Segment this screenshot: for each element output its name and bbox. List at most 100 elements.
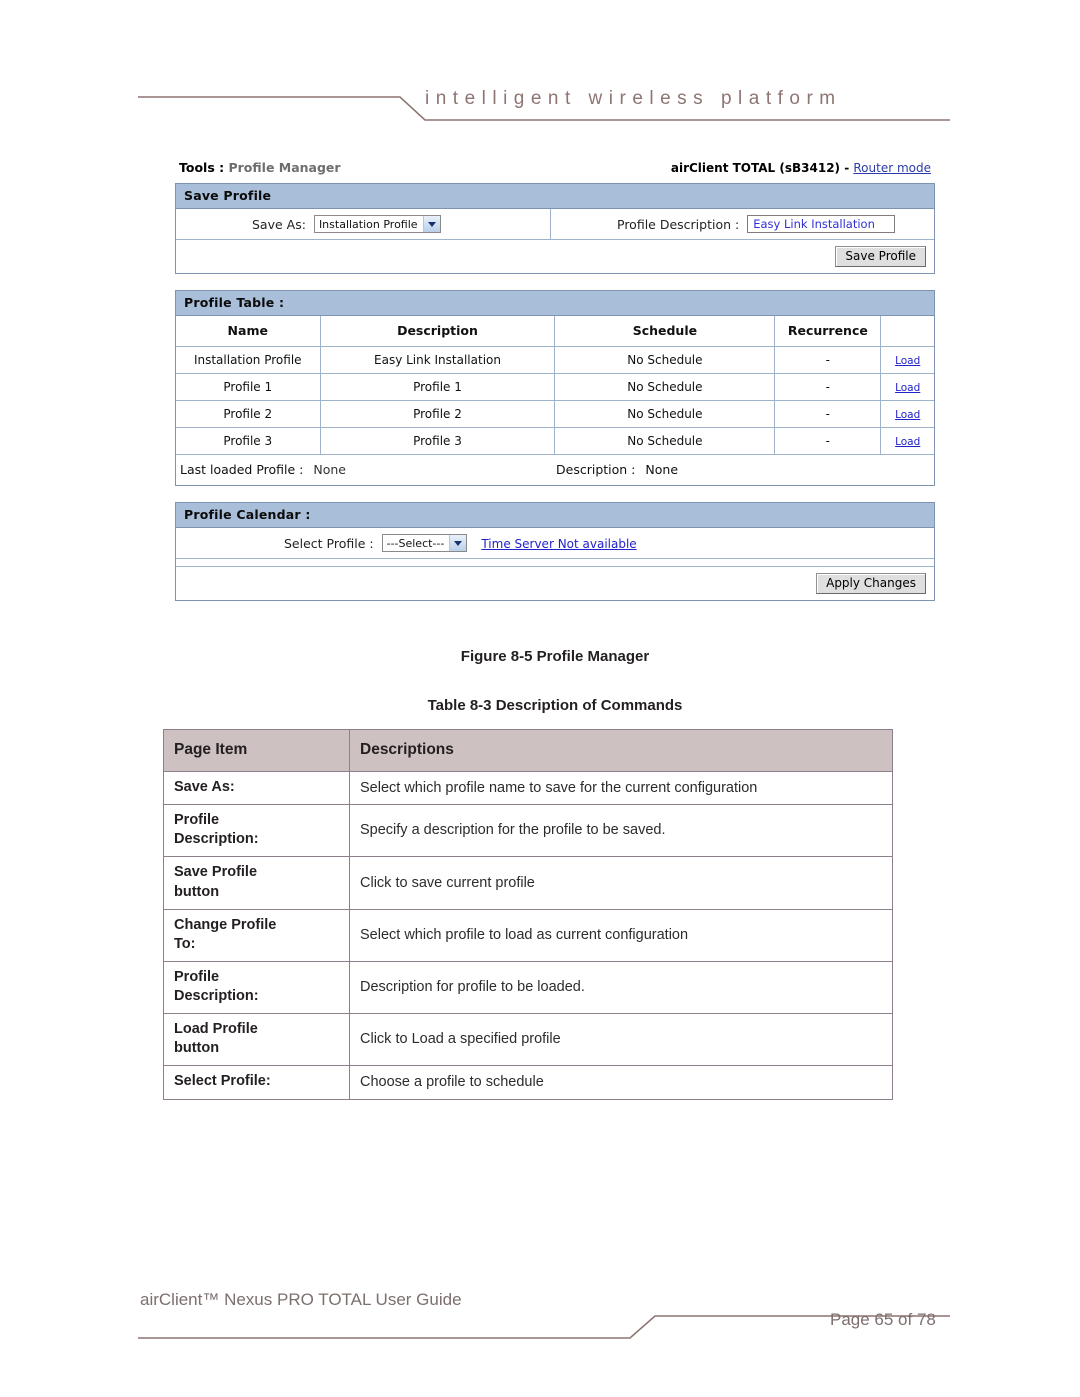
select-profile-label: Select Profile : — [284, 535, 374, 551]
column-header-description: Description — [319, 316, 556, 347]
table-caption: Table 8-3 Description of Commands — [427, 697, 683, 714]
calendar-actionbar: Apply Changes — [176, 567, 934, 600]
table-row: Profile Description: Description for prof… — [163, 960, 893, 1015]
cell-description: Select which profile to load as current … — [349, 908, 893, 962]
page-header: intelligent wireless platform — [0, 0, 1080, 140]
embedded-ui-screenshot: Tools : Profile Manager airClient TOTAL … — [175, 160, 935, 617]
footer-page-number: Page 65 of 78 — [830, 1310, 936, 1329]
header-tagline: intelligent wireless platform — [425, 88, 842, 109]
page-footer: airClient™ Nexus PRO TOTAL User Guide Pa… — [0, 1290, 1080, 1360]
cell-page-item: Save As: — [163, 770, 350, 806]
cell-name: Installation Profile — [176, 346, 321, 374]
profile-table: Name Description Schedule Recurrence Ins… — [176, 316, 934, 455]
cell-name: Profile 1 — [176, 373, 321, 401]
column-header-recurrence: Recurrence — [774, 316, 882, 347]
device-status: airClient TOTAL (sB3412) - Router mode — [671, 161, 931, 175]
cell-action: Load — [880, 427, 934, 455]
save-profile-button[interactable]: Save Profile — [835, 246, 926, 267]
commands-table-wrapper: Page Item Descriptions Save As: Select w… — [163, 729, 893, 1100]
cell-schedule: No Schedule — [554, 373, 776, 401]
save-as-select-value: Installation Profile — [318, 217, 418, 231]
last-loaded-description-value: None — [645, 462, 679, 477]
profile-table-panel: Profile Table : Name Description Schedul… — [175, 290, 935, 486]
select-profile-value: ---Select--- — [386, 536, 445, 550]
apply-changes-button[interactable]: Apply Changes — [816, 573, 926, 594]
save-profile-actionbar: Save Profile — [176, 240, 934, 273]
column-header-page-item: Page Item — [163, 729, 350, 772]
breadcrumb: Tools : Profile Manager — [179, 160, 341, 175]
load-profile-link[interactable]: Load — [895, 382, 920, 394]
column-header-action — [880, 316, 934, 347]
table-row: Profile 3 Profile 3 No Schedule - Load — [176, 427, 934, 455]
cell-description: Description for profile to be loaded. — [349, 960, 893, 1015]
cell-action: Load — [880, 346, 934, 374]
table-row: Profile 1 Profile 1 No Schedule - Load — [176, 373, 934, 401]
profile-table-title: Profile Table : — [176, 291, 934, 316]
cell-description: Specify a description for the profile to… — [349, 804, 893, 858]
chevron-down-icon — [449, 535, 467, 551]
select-profile-row: Select Profile : ---Select--- Time Serve… — [176, 528, 934, 559]
cell-name: Profile 2 — [176, 400, 321, 428]
table-row: Profile Description: Specify a descriptio… — [163, 804, 893, 858]
breadcrumb-page: Profile Manager — [228, 160, 341, 175]
cell-description: Profile 3 — [319, 427, 556, 455]
load-profile-link[interactable]: Load — [895, 409, 920, 421]
cell-description: Easy Link Installation — [319, 346, 556, 374]
calendar-spacer — [176, 559, 934, 567]
cell-page-item: Profile Description: — [163, 960, 350, 1015]
table-row: Select Profile: Choose a profile to sche… — [163, 1065, 893, 1100]
chevron-down-icon — [422, 216, 440, 232]
table-row: Change Profile To: Select which profile t… — [163, 908, 893, 962]
footer-document-title: airClient™ Nexus PRO TOTAL User Guide — [140, 1290, 462, 1309]
load-profile-link[interactable]: Load — [895, 436, 920, 448]
last-loaded-profile-row: Last loaded Profile : None Description :… — [176, 455, 934, 485]
cell-description: Click to Load a specified profile — [349, 1013, 893, 1067]
table-row: Profile 2 Profile 2 No Schedule - Load — [176, 400, 934, 428]
cell-recurrence: - — [774, 427, 882, 455]
cell-description: Click to save current profile — [349, 856, 893, 910]
save-profile-title: Save Profile — [176, 184, 934, 209]
profile-description-cell: Profile Description : Easy Link Installa… — [551, 209, 934, 239]
profile-calendar-panel: Profile Calendar : Select Profile : ---S… — [175, 502, 935, 601]
cell-schedule: No Schedule — [554, 400, 776, 428]
load-profile-link[interactable]: Load — [895, 355, 920, 367]
breadcrumb-section: Tools : — [179, 160, 229, 175]
cell-page-item: Profile Description: — [163, 804, 350, 858]
profile-description-input[interactable]: Easy Link Installation — [747, 215, 896, 233]
save-as-label: Save As: — [252, 216, 306, 232]
table-row: Save As: Select which profile name to sa… — [163, 770, 893, 806]
save-profile-panel: Save Profile Save As: Installation Profi… — [175, 183, 935, 274]
device-label: airClient TOTAL (sB3412) - — [670, 161, 854, 175]
cell-page-item: Load Profile button — [163, 1013, 350, 1067]
cell-description: Choose a profile to schedule — [349, 1065, 893, 1100]
cell-recurrence: - — [774, 373, 882, 401]
table-row: Load Profile button Click to Load a speci… — [163, 1013, 893, 1067]
table-row: Save Profile button Click to save current… — [163, 856, 893, 910]
save-as-cell: Save As: Installation Profile — [176, 209, 551, 239]
profile-description-label: Profile Description : — [617, 216, 740, 232]
time-server-status: Time Server Not available — [481, 536, 636, 551]
cell-schedule: No Schedule — [554, 346, 776, 374]
cell-page-item: Save Profile button — [163, 856, 350, 910]
time-server-link[interactable]: Time Server Not available — [481, 537, 636, 551]
last-loaded-description-label: Description : — [556, 462, 636, 477]
screenshot-topbar: Tools : Profile Manager airClient TOTAL … — [175, 160, 935, 183]
profile-table-header-row: Name Description Schedule Recurrence — [176, 316, 934, 347]
cell-description: Profile 2 — [319, 400, 556, 428]
router-mode-link[interactable]: Router mode — [853, 161, 931, 175]
save-as-select[interactable]: Installation Profile — [313, 215, 441, 233]
cell-page-item: Select Profile: — [163, 1065, 350, 1100]
cell-description: Profile 1 — [319, 373, 556, 401]
table-row: Installation Profile Easy Link Installat… — [176, 346, 934, 374]
last-loaded-value: None — [313, 462, 347, 477]
select-profile-dropdown[interactable]: ---Select--- — [381, 534, 468, 552]
cell-action: Load — [880, 400, 934, 428]
cell-description: Select which profile name to save for th… — [349, 770, 893, 806]
profile-calendar-title: Profile Calendar : — [176, 503, 934, 528]
figure-caption: Figure 8-5 Profile Manager — [460, 648, 650, 665]
cell-schedule: No Schedule — [554, 427, 776, 455]
commands-table: Page Item Descriptions Save As: Select w… — [163, 729, 893, 1100]
cell-recurrence: - — [774, 346, 882, 374]
cell-action: Load — [880, 373, 934, 401]
cell-name: Profile 3 — [176, 427, 321, 455]
